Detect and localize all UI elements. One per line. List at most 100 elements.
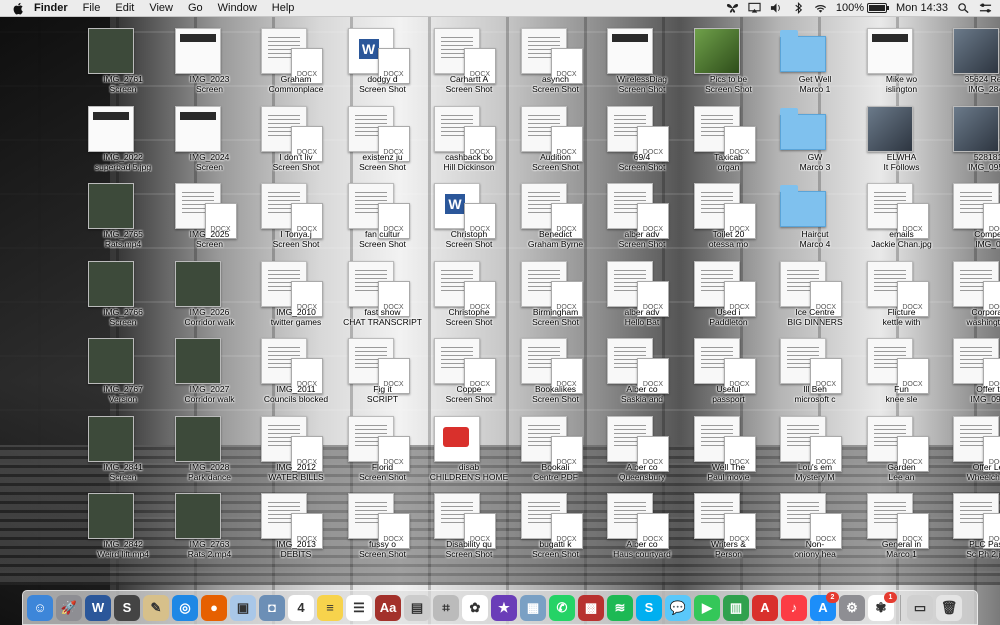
calendar-icon[interactable]: 4 — [288, 594, 314, 621]
rocket-icon[interactable]: 🚀 — [56, 594, 82, 621]
menu-help[interactable]: Help — [272, 0, 295, 16]
gear-icon[interactable]: ⚙ — [839, 594, 865, 621]
menu-edit[interactable]: Edit — [115, 0, 134, 16]
menu-view[interactable]: View — [149, 0, 173, 16]
appstore-icon[interactable]: A2 — [810, 591, 839, 621]
desktop-file-icon[interactable]: DOCX Well The Paul movie — [686, 410, 772, 490]
butterfly-icon[interactable] — [726, 2, 739, 14]
desktop-file-icon[interactable]: DOCX Graham Commonplace — [253, 22, 339, 102]
desktop-file-icon[interactable]: DOCX Bookali Centre PDF — [513, 410, 599, 490]
desktop-file-icon[interactable]: DOCX existenz ju Screen Shot — [340, 100, 426, 180]
desktop-file-icon[interactable]: DOCX cashback bo Hill Dickinson — [426, 100, 512, 180]
control-center-icon[interactable] — [979, 2, 992, 14]
desktop-file-icon[interactable]: IMG_2761 Screen — [80, 22, 166, 102]
desktop-file-icon[interactable]: DOCX Fig it SCRIPT — [340, 332, 426, 412]
volume-icon[interactable] — [770, 2, 783, 14]
desktop-file-icon[interactable]: DOCX alber adv Hello Bat — [599, 255, 685, 335]
desktop-file-icon[interactable]: DOCX IMG_2013 DEBITS — [253, 487, 339, 567]
screenshot-icon[interactable]: ⌗ — [433, 594, 459, 621]
safari-icon[interactable]: ◎ — [172, 594, 198, 621]
desktop-file-icon[interactable]: DOCX General in Marco 1 — [859, 487, 945, 567]
photobooth-icon[interactable]: ▩ — [578, 594, 604, 621]
desktop-file-icon[interactable]: DOCX Coppe Screen Shot — [426, 332, 512, 412]
desktop-file-icon[interactable]: DOCX Writers & Person — [686, 487, 772, 567]
flower-icon[interactable]: ✾ 1 — [868, 591, 897, 621]
bluetooth-icon[interactable] — [792, 2, 805, 14]
desktop-file-icon[interactable]: DOCX Lou's em Mystery M — [772, 410, 858, 490]
desktop-file-icon[interactable]: IMG_2766 Screen — [80, 255, 166, 335]
desktop-file-icon[interactable]: DOCX IMG_2025 Screen — [167, 177, 253, 257]
desktop-file-icon[interactable]: 528181IMG_0951 — [945, 100, 1000, 180]
desktop-file-icon[interactable]: DOCX Used i Paddleton — [686, 255, 772, 335]
desktop-file-icon[interactable]: DOCX fast show CHAT TRANSCRIPT — [340, 255, 426, 335]
desktop-file-icon[interactable]: DOCX Alber co Saskia and — [599, 332, 685, 412]
desktop-file-icon[interactable]: DOCX Audition Screen Shot — [513, 100, 599, 180]
desktop-file-icon[interactable]: DOCX fussy o Screen Shot — [340, 487, 426, 567]
desktop-file-icon[interactable]: IMG_2027 Corridor walk — [167, 332, 253, 412]
scrivener-icon[interactable]: S — [114, 594, 140, 621]
desktop-file-icon[interactable]: WirelessDiag Screen Shot — [599, 22, 685, 102]
desktop-file-icon[interactable]: DOCX 69/4 Screen Shot — [599, 100, 685, 180]
menu-file[interactable]: File — [83, 0, 101, 16]
acrobat-icon[interactable]: A — [752, 594, 778, 621]
skype-icon[interactable]: S — [636, 594, 662, 621]
desktop-file-icon[interactable]: IMG_2026 Corridor walk — [167, 255, 253, 335]
firefox-icon[interactable]: ● — [201, 594, 227, 621]
whatsapp-icon[interactable]: ✆ — [549, 594, 575, 621]
gallery-icon[interactable]: ▦ — [520, 594, 546, 621]
desktop-file-icon[interactable]: IMG_2024 Screen — [167, 100, 253, 180]
desktop-file-icon[interactable]: DOCX Taxicab organ — [686, 100, 772, 180]
desktop-file-icon[interactable]: DOCXOffer tIMG_095 — [945, 332, 1000, 412]
desktop-file-icon[interactable]: DOCXCompeIMG_0 — [945, 177, 1000, 257]
desktop-file-icon[interactable]: DOCX Toilet 20 otessa mo — [686, 177, 772, 257]
image-icon[interactable]: ▤ — [404, 594, 430, 621]
battery-status[interactable]: 100% — [836, 2, 890, 14]
desktop-file-icon[interactable]: IMG_2023 Screen — [167, 22, 253, 102]
desktop-file-icon[interactable]: DOCX asynch Screen Shot — [513, 22, 599, 102]
desktop-file-icon[interactable]: DOCX emails Jackie Chan.jpg — [859, 177, 945, 257]
desktop-file-icon[interactable]: disab CHILDREN'S HOME — [426, 410, 512, 490]
desktop-file-icon[interactable]: IMG_2765 Rats.mp4 — [80, 177, 166, 257]
desktop-file-icon[interactable]: Pics to be Screen Shot — [686, 22, 772, 102]
trash-icon[interactable]: 🗑 — [936, 594, 962, 621]
desktop-file-icon[interactable]: DOCX fan cultur Screen Shot — [340, 177, 426, 257]
desktop-file-icon[interactable]: DOCX Benedict Graham Byrne — [513, 177, 599, 257]
desktop-file-icon[interactable]: DOCX Alber co Queensbury — [599, 410, 685, 490]
desktop-file-icon[interactable]: DOCX Florid Screen Shot — [340, 410, 426, 490]
desktop-file-icon[interactable]: DOCX Carhartt A Screen Shot — [426, 22, 512, 102]
desktop-file-icon[interactable]: DOCXChristophScreen Shot — [426, 177, 512, 257]
dictionary-icon[interactable]: Aa — [375, 594, 401, 621]
desktop-file-icon[interactable]: DOCX Bookalikes Screen Shot — [513, 332, 599, 412]
desktop-file-icon[interactable]: DOCX IMG_2010 twitter games — [253, 255, 339, 335]
textedit-icon[interactable]: ✎ — [143, 594, 169, 621]
facetime-icon[interactable]: ▶ — [694, 594, 720, 621]
messages-icon[interactable]: 💬 — [665, 594, 691, 621]
desktop-file-icon[interactable]: DOCX IMG_2012 WATER BILLS — [253, 410, 339, 490]
desktop-file-icon[interactable]: IMG_2028 Park dance — [167, 410, 253, 490]
desktop-file-icon[interactable]: IMG_2763 Rats 2.mp4 — [167, 487, 253, 567]
desktop-file-icon[interactable]: IMG_2022 superbad 5.jpg — [80, 100, 166, 180]
desktop-file-icon[interactable]: DOCX I Tonya.j Screen Shot — [253, 177, 339, 257]
desktop-file-icon[interactable]: DOCX Garden Lee an — [859, 410, 945, 490]
photos-icon[interactable]: ✿ — [462, 594, 488, 621]
desktop-file-icon[interactable]: IMG_2842 Weird lift.mp4 — [80, 487, 166, 567]
reminders-icon[interactable]: ☰ — [346, 594, 372, 621]
desktop-file-icon[interactable]: DOCX Christophe Screen Shot — [426, 255, 512, 335]
desktop-file-icon[interactable]: DOCX Ill Beh microsoft c — [772, 332, 858, 412]
desktop-file-icon[interactable]: DOCXOffer LeWheelchair — [945, 410, 1000, 490]
desktop-file-icon[interactable]: Haircut Marco 4 — [772, 177, 858, 257]
desktop-file-icon[interactable]: DOCX Alber co Haus courtyard — [599, 487, 685, 567]
wifi-icon[interactable] — [814, 2, 827, 14]
desktop-file-icon[interactable]: DOCX bugatti k Screen Shot — [513, 487, 599, 567]
desktop-file-icon[interactable]: DOCX I don't liv Screen Shot — [253, 100, 339, 180]
desktop-file-icon[interactable]: ELWHA It Follows — [859, 100, 945, 180]
desktop-file-icon[interactable]: IMG_2841 Screen — [80, 410, 166, 490]
desktop-file-icon[interactable]: DOCX Non-oniony hea — [772, 487, 858, 567]
desktop-file-icon[interactable]: DOCXCorporatwashington — [945, 255, 1000, 335]
numbers-icon[interactable]: ▥ — [723, 594, 749, 621]
desktop-file-icon[interactable]: DOCX Useful passport — [686, 332, 772, 412]
music-icon[interactable]: ♪ — [781, 594, 807, 621]
desktop-file-icon[interactable]: DOCX alber adv Screen Shot — [599, 177, 685, 257]
desktop-file-icon[interactable]: GW Marco 3 — [772, 100, 858, 180]
desktop-file-icon[interactable]: DOCX Flicture kettle with — [859, 255, 945, 335]
